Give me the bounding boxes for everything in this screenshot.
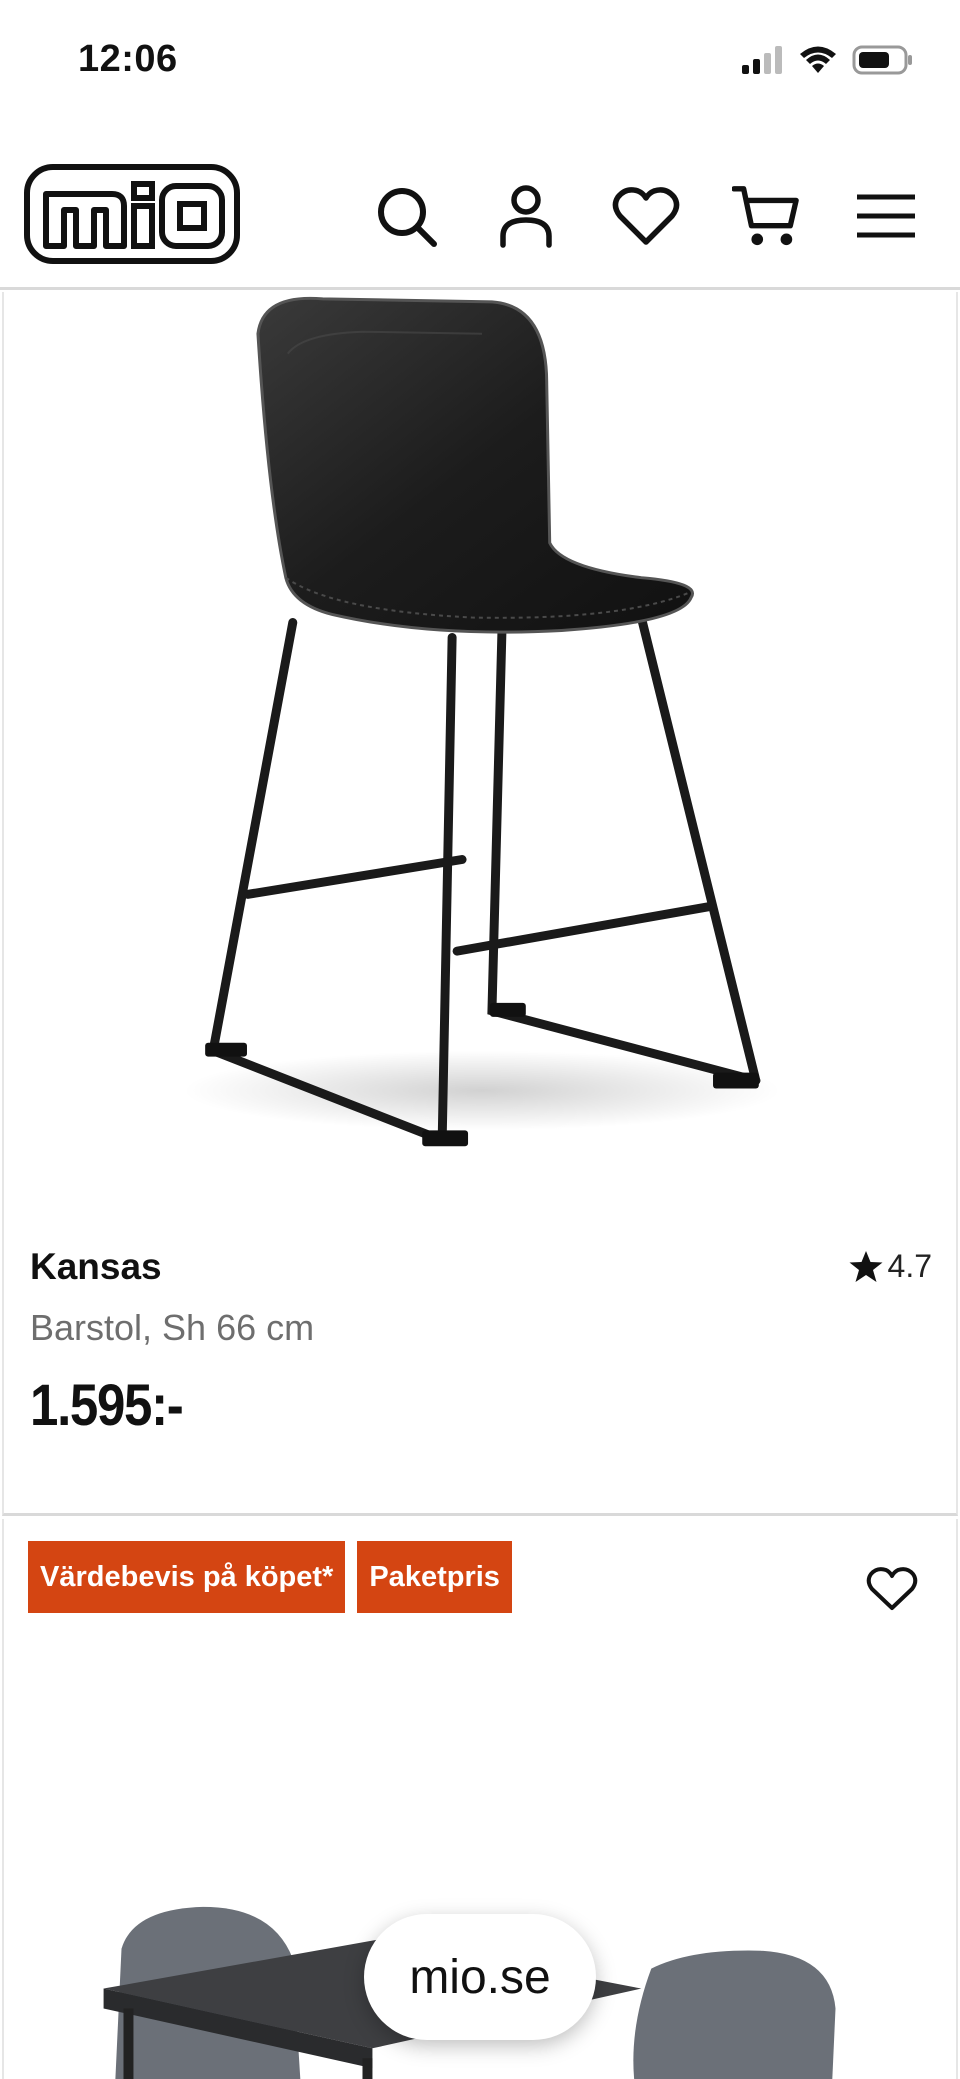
menu-button[interactable] — [852, 182, 920, 250]
browser-url-bar[interactable]: mio.se — [364, 1914, 596, 2040]
product-card[interactable]: Kansas 4.7 Barstol, Sh 66 cm 1.595:- — [2, 292, 958, 1516]
status-time: 12:06 — [78, 38, 178, 80]
favorite-heart-icon[interactable] — [866, 1563, 918, 1615]
search-button[interactable] — [372, 182, 440, 250]
cart-button[interactable] — [732, 182, 800, 250]
status-bar: 12:06 — [0, 0, 960, 120]
rating-value: 4.7 — [887, 1248, 932, 1284]
account-button[interactable] — [492, 182, 560, 250]
product-name[interactable]: Kansas — [30, 1246, 162, 1288]
battery-icon — [852, 45, 912, 75]
header-actions — [372, 182, 920, 250]
signal-icon — [742, 46, 782, 74]
url-text: mio.se — [409, 1950, 551, 2004]
account-icon — [500, 185, 552, 248]
site-header — [0, 120, 960, 290]
product-price: 1.595:- — [30, 1373, 184, 1438]
badge-voucher: Värdebevis på köpet* — [28, 1541, 346, 1613]
search-icon — [378, 188, 437, 247]
badge-group: Värdebevis på köpet* Paketpris — [28, 1541, 512, 1613]
wishlist-button[interactable] — [612, 182, 680, 250]
product-description: Barstol, Sh 66 cm — [30, 1307, 315, 1348]
cart-icon — [732, 186, 799, 246]
wifi-icon — [800, 46, 836, 73]
badge-package-price: Paketpris — [357, 1541, 512, 1613]
star-icon — [849, 1250, 883, 1282]
heart-icon — [612, 187, 680, 245]
mio-logo[interactable] — [24, 164, 240, 264]
hamburger-menu-icon — [857, 194, 915, 238]
product-image-bar-stool[interactable] — [4, 292, 956, 1192]
product-rating: 4.7 — [848, 1248, 932, 1285]
status-icons — [740, 42, 914, 78]
